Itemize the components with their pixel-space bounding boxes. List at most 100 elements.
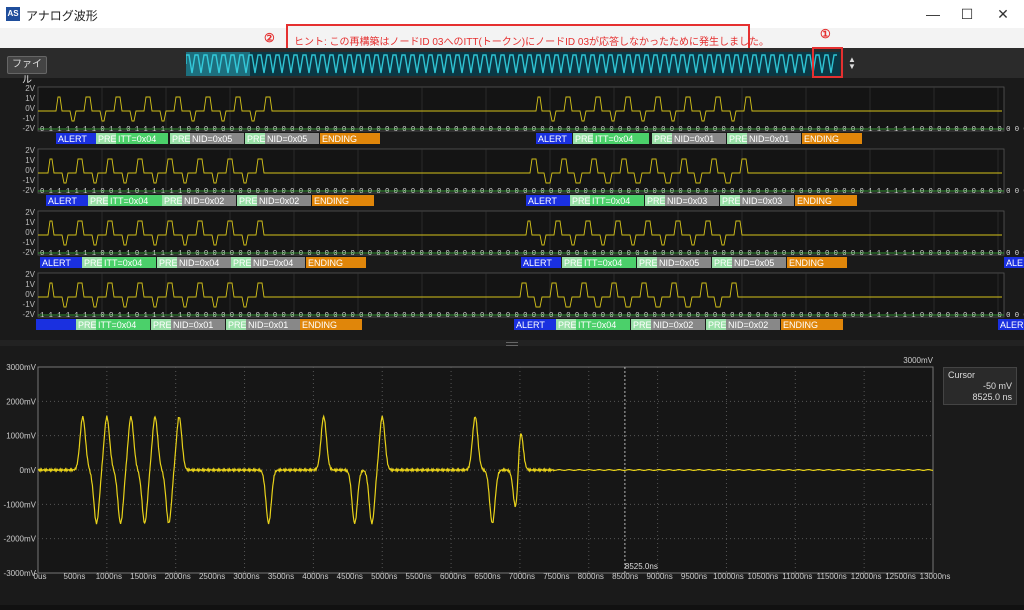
annotation-marker-1: ①	[820, 27, 831, 41]
decode-segment-label: NID=0x01	[749, 134, 789, 144]
decode-segment-label: PRE	[164, 196, 183, 206]
x-axis-label: 12500ns	[885, 572, 916, 581]
decode-segment-label: PRE	[233, 258, 252, 268]
file-menu-button[interactable]: ファイル	[7, 56, 47, 86]
channel-bit-string: 0 1 1 1 1 1 1 0 1 1 0 1 1 1 1 1 1 0 0 0 …	[40, 126, 1024, 134]
decode-segment-label: ENDING	[322, 134, 357, 144]
overview-trace	[185, 54, 837, 74]
y-axis-label: 0mV	[20, 466, 37, 475]
channel-voltage-label: 2V	[25, 208, 35, 217]
cursor-readout-panel: Cursor -50 mV 8525.0 ns	[943, 367, 1017, 405]
x-axis-label: 8500ns	[612, 572, 638, 581]
app-icon: AS	[6, 7, 20, 21]
decode-segment-label: NID=0x05	[659, 258, 699, 268]
decode-segment-label: PRE	[90, 196, 109, 206]
decode-segment-label: ENDING	[302, 320, 337, 330]
x-axis-label: 10500ns	[748, 572, 779, 581]
decode-segment-label: PRE	[714, 258, 733, 268]
decode-segment-label: ITT=0x04	[118, 134, 156, 144]
channel-voltage-label: 1V	[25, 218, 35, 227]
decode-segment-label: ALERT	[42, 258, 71, 268]
decode-segment-label: ITT=0x04	[110, 196, 148, 206]
decode-segment-label: NID=0x04	[253, 258, 293, 268]
decode-segment-label: ALER	[1000, 320, 1024, 330]
decode-segment-label: PRE	[575, 134, 594, 144]
decode-segment-label: PRE	[78, 320, 97, 330]
y-axis-label: 3000mV	[6, 363, 36, 372]
splitter-grip-icon[interactable]	[506, 342, 518, 346]
x-axis-label: 9500ns	[681, 572, 707, 581]
window-title: アナログ波形	[26, 9, 98, 23]
maximize-button[interactable]: ☐	[950, 0, 984, 28]
digital-decode-panel: 2V 1V 0V -1V -2V 0 1 1 1 1 1 1 0 1 1 0 1 1 1 …	[0, 83, 1024, 339]
analog-scope-plot[interactable]: 3000mV 2000mV 1000mV 0mV -1000mV -2000mV -3000…	[0, 347, 1024, 605]
decode-segment-label: PRE	[564, 258, 583, 268]
decode-segment-label: PRE	[228, 320, 247, 330]
decode-segment-label: NID=0x01	[248, 320, 288, 330]
x-axis-label: 7500ns	[543, 572, 569, 581]
channel-voltage-label: 1V	[25, 280, 35, 289]
x-axis-label: 6000ns	[440, 572, 466, 581]
decode-segment-label: PRE	[247, 134, 266, 144]
channel-bit-string: 1 1 1 1 1 1 1 0 0 1 1 0 1 1 1 1 1 0 0 0 …	[40, 312, 1024, 320]
channel-voltage-label: -1V	[23, 176, 36, 185]
close-button[interactable]: ✕	[986, 0, 1020, 28]
decode-segment-label: ENDING	[314, 196, 349, 206]
channel-voltage-label: -1V	[23, 300, 36, 309]
decode-segment-label: NID=0x05	[192, 134, 232, 144]
minimize-button[interactable]: —	[916, 0, 950, 28]
x-axis-label: 1500ns	[130, 572, 156, 581]
decode-segment-label: ITT=0x04	[584, 258, 622, 268]
channel-voltage-label: -1V	[23, 238, 36, 247]
overview-highlight	[186, 52, 250, 76]
decode-segment-label: PRE	[729, 134, 748, 144]
hint-text: ヒント: この再構築はノードID 03へのITT(トークン)にノードID 03が…	[294, 37, 770, 48]
decode-segment-label: NID=0x02	[653, 320, 693, 330]
decode-segment[interactable]	[36, 319, 76, 330]
cursor-time-label: 8525.0ns	[625, 562, 658, 571]
x-axis-label: 2500ns	[199, 572, 225, 581]
channel-voltage-label: -2V	[23, 310, 36, 319]
channel-frame	[37, 86, 1005, 132]
x-axis-label: 2000ns	[165, 572, 191, 581]
decode-segment-label: ALERT	[58, 134, 87, 144]
overview-view-window[interactable]	[812, 47, 843, 78]
chevron-down-icon[interactable]: ▼	[846, 63, 858, 71]
channel-voltage-label: 0V	[25, 166, 35, 175]
decode-segment-label: ALERT	[523, 258, 552, 268]
decode-channel-2: 2V1V0V-1V-2V 0 1 1 1 1 1 1 0 0 1 1 0 1 1 …	[23, 146, 1024, 206]
channel-voltage-label: 2V	[25, 84, 35, 93]
decode-segment-label: PRE	[647, 196, 666, 206]
x-axis-label: 6500ns	[474, 572, 500, 581]
x-axis-label: 5000ns	[371, 572, 397, 581]
decode-segment-label: PRE	[172, 134, 191, 144]
channel-bit-string: 0 1 1 1 1 1 1 0 0 1 1 0 1 1 1 1 1 0 0 0 …	[40, 250, 1024, 258]
decode-segment-label: PRE	[708, 320, 727, 330]
channel-bit-string: 0 1 1 1 1 1 1 0 0 1 1 0 1 1 1 1 1 0 0 0 …	[40, 188, 1024, 196]
decode-segment-label: ALERT	[516, 320, 545, 330]
x-axis-label: 500ns	[64, 572, 86, 581]
channel-voltage-label: 2V	[25, 146, 35, 155]
x-axis-label: 3000ns	[233, 572, 259, 581]
channel-voltage-label: -2V	[23, 124, 36, 133]
x-axis-label: 4500ns	[337, 572, 363, 581]
decode-segment-label: PRE	[84, 258, 103, 268]
decode-segment-label: ITT=0x04	[595, 134, 633, 144]
decode-segment-label: ITT=0x04	[104, 258, 142, 268]
decode-segment-label: PRE	[633, 320, 652, 330]
y-axis-label: -2000mV	[4, 535, 37, 544]
decode-channel-4: 2V1V0V-1V-2V 1 1 1 1 1 1 1 0 0 1 1 0 1 1 …	[23, 270, 1024, 330]
decode-segment-label: NID=0x01	[674, 134, 714, 144]
x-axis-label: 5500ns	[406, 572, 432, 581]
decode-segment-label: PRE	[722, 196, 741, 206]
cursor-value-ns: 8525.0 ns	[972, 392, 1012, 402]
overview-strip[interactable]	[185, 52, 840, 76]
channel-frame	[37, 272, 1005, 318]
x-axis-label: 11500ns	[817, 572, 847, 581]
decode-segment-label: PRE	[239, 196, 258, 206]
x-axis-label: 1000ns	[96, 572, 122, 581]
decode-segment-label: NID=0x02	[728, 320, 768, 330]
overview-scroll-spinner[interactable]: ▲ ▼	[846, 56, 858, 71]
y-axis-label: 2000mV	[6, 397, 36, 406]
channel-voltage-label: 0V	[25, 228, 35, 237]
